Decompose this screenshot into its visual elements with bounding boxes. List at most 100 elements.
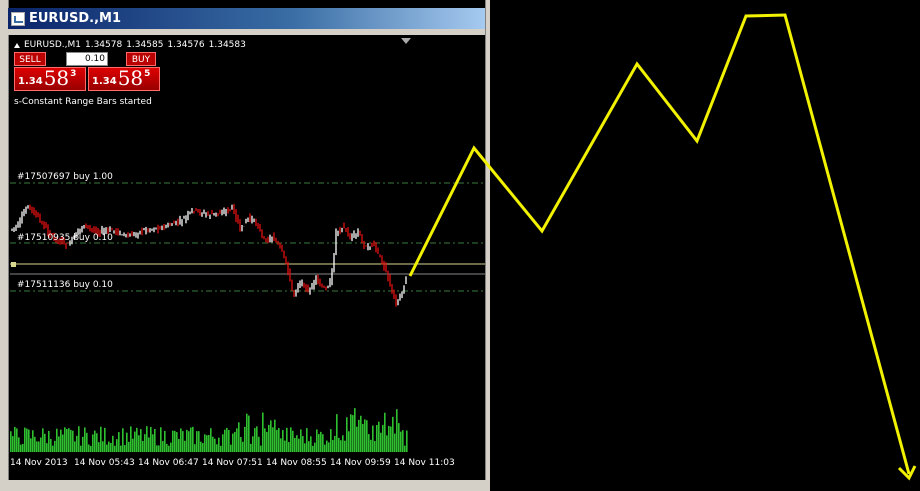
buy-price-box[interactable]: 1.34 58 5	[88, 67, 160, 91]
volume-bar	[326, 440, 328, 452]
volume-bar	[120, 445, 122, 452]
volume-bar	[44, 433, 46, 452]
header-low: 1.34576	[167, 40, 205, 50]
volume-bar	[254, 428, 256, 452]
volume-bar	[134, 431, 136, 452]
sell-price-box[interactable]: 1.34 58 3	[14, 67, 86, 91]
volume-bar	[100, 426, 102, 452]
volume-bar	[218, 437, 220, 452]
volume-bar	[164, 430, 166, 452]
volume-bar	[176, 432, 178, 452]
buy-button[interactable]: BUY	[126, 52, 156, 66]
volume-bar	[204, 434, 206, 452]
volume-bar	[352, 415, 354, 452]
volume-bar	[92, 434, 94, 452]
volume-bar	[396, 409, 398, 452]
volume-bar	[138, 435, 140, 452]
volume-bar	[106, 444, 108, 452]
volume-bar	[32, 430, 34, 452]
volume-bar	[284, 440, 286, 452]
volume-bar	[302, 435, 304, 452]
volume-bar	[264, 428, 266, 452]
volume-bar	[330, 429, 332, 452]
sell-price-big: 58	[43, 66, 70, 90]
volume-bar	[170, 442, 172, 452]
volume-bar	[320, 431, 322, 452]
volume-bar	[98, 442, 100, 452]
buy-price-sup: 5	[144, 69, 151, 79]
order-label-3: #17511136 buy 0.10	[17, 280, 113, 290]
volume-bar	[180, 428, 182, 452]
volume-bar	[12, 436, 14, 452]
volume-bar	[300, 429, 302, 452]
volume-bar	[130, 426, 132, 452]
volume-bar	[386, 435, 388, 452]
volume-bar	[256, 426, 258, 452]
time-tick-7: 14 Nov 11:03	[394, 458, 455, 468]
volume-bar	[290, 427, 292, 452]
volume-bar	[316, 429, 318, 452]
volume-bar	[66, 428, 68, 452]
volume-bars	[10, 408, 408, 452]
volume-bar	[332, 439, 334, 452]
volume-bar	[102, 441, 104, 452]
volume-bar	[122, 428, 124, 452]
volume-bar	[82, 436, 84, 452]
order-label-1: #17507697 buy 1.00	[17, 172, 113, 182]
lot-size-input[interactable]: 0.10	[66, 52, 108, 66]
header-high: 1.34585	[126, 40, 164, 50]
volume-bar	[398, 423, 400, 452]
volume-bar	[62, 434, 64, 452]
volume-bar	[70, 429, 72, 452]
volume-bar	[262, 412, 264, 452]
sell-price-prefix: 1.34	[18, 76, 43, 87]
volume-bar	[78, 426, 80, 452]
volume-bar	[184, 440, 186, 452]
volume-bar	[132, 438, 134, 452]
header-open: 1.34578	[84, 40, 123, 50]
volume-bar	[40, 437, 42, 452]
volume-bar	[158, 445, 160, 452]
volume-bar	[406, 430, 408, 452]
sell-button[interactable]: SELL	[14, 52, 46, 66]
time-tick-4: 14 Nov 07:51	[202, 458, 263, 468]
volume-bar	[318, 434, 320, 452]
sell-price-sup: 3	[70, 69, 77, 79]
volume-bar	[346, 417, 348, 452]
volume-bar	[260, 445, 262, 452]
triangle-down-icon[interactable]	[401, 38, 411, 44]
volume-bar	[148, 437, 150, 452]
volume-bar	[128, 441, 130, 452]
volume-bar	[212, 436, 214, 452]
volume-bar	[394, 433, 396, 452]
volume-bar	[154, 429, 156, 452]
volume-bar	[288, 442, 290, 452]
volume-bar	[54, 440, 56, 452]
volume-bar	[368, 434, 370, 452]
volume-bar	[182, 431, 184, 452]
volume-bar	[118, 432, 120, 452]
triangle-up-icon[interactable]	[14, 42, 20, 48]
volume-bar	[104, 427, 106, 452]
volume-bar	[270, 420, 272, 452]
volume-bar	[108, 441, 110, 452]
volume-bar	[34, 436, 36, 452]
volume-bar	[252, 436, 254, 452]
volume-bar	[226, 427, 228, 452]
volume-bar	[242, 441, 244, 452]
volume-bar	[222, 434, 224, 452]
volume-bar	[136, 427, 138, 452]
header-symbol: EURUSD.,M1	[24, 40, 81, 50]
volume-bar	[354, 408, 356, 452]
buy-price-big: 58	[117, 66, 144, 90]
volume-bar	[348, 431, 350, 452]
volume-bar	[334, 436, 336, 452]
volume-bar	[86, 432, 88, 452]
volume-bar	[166, 443, 168, 452]
volume-bar	[358, 419, 360, 452]
volume-bar	[214, 438, 216, 452]
volume-bar	[258, 436, 260, 452]
volume-bar	[178, 438, 180, 452]
time-tick-1: 14 Nov 2013	[10, 458, 68, 468]
volume-bar	[220, 445, 222, 452]
